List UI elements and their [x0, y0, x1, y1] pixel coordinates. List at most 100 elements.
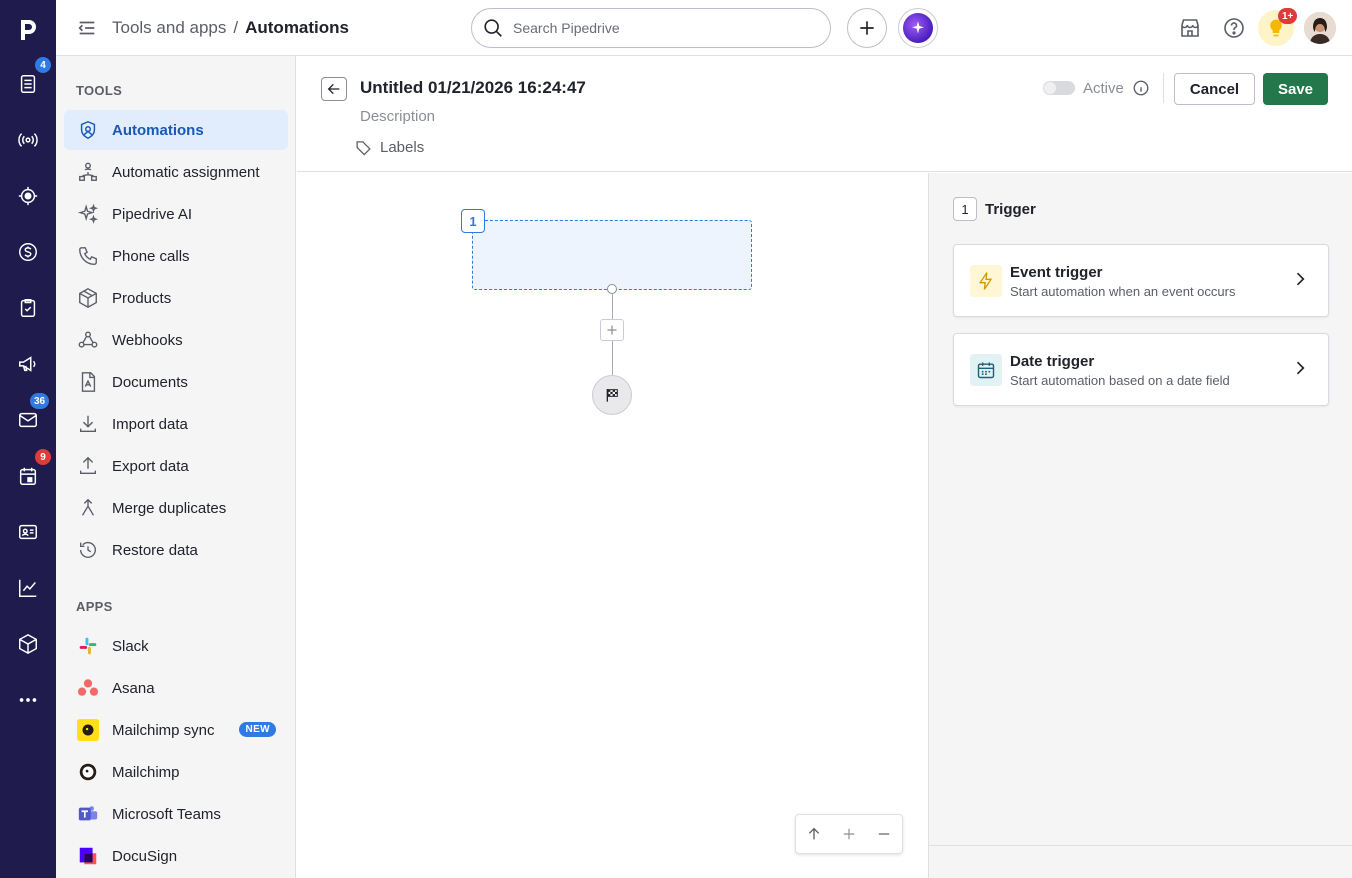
- rail-contacts-icon[interactable]: [0, 504, 56, 560]
- marketplace-icon[interactable]: [1178, 16, 1202, 40]
- sidebar-item-phone-calls[interactable]: Phone calls: [64, 236, 288, 276]
- trigger-panel-title: Trigger: [985, 201, 1036, 218]
- active-toggle[interactable]: [1043, 81, 1075, 95]
- import-icon: [76, 412, 100, 436]
- sparkle-icon: [76, 202, 100, 226]
- search-icon: [484, 19, 502, 37]
- connector-dot: [607, 284, 617, 294]
- automation-header: Untitled 01/21/2026 16:24:47 Description…: [297, 57, 1352, 172]
- sidebar-item-mailchimp-sync[interactable]: Mailchimp sync NEW: [64, 710, 288, 750]
- nav-rail: 4 36 9: [0, 0, 56, 878]
- labels-text: Labels: [380, 139, 425, 156]
- mailchimp-icon: [76, 718, 100, 742]
- description-field[interactable]: Description: [360, 108, 435, 125]
- zoom-controls: [795, 814, 903, 854]
- export-icon: [76, 454, 100, 478]
- sidebar-item-label: Documents: [112, 373, 188, 391]
- sidebar-item-export-data[interactable]: Export data: [64, 446, 288, 486]
- add-button[interactable]: [847, 8, 887, 48]
- sidebar-item-label: Automatic assignment: [112, 163, 260, 181]
- divider: [1163, 73, 1164, 103]
- connector-line: [612, 294, 613, 319]
- search-box[interactable]: [471, 8, 831, 48]
- chevron-right-icon: [1296, 272, 1305, 286]
- plus-icon: [607, 325, 617, 335]
- event-trigger-title: Event trigger: [1010, 264, 1103, 281]
- sidebar-item-merge-duplicates[interactable]: Merge duplicates: [64, 488, 288, 528]
- search-input[interactable]: [513, 20, 803, 36]
- rail-more-icon[interactable]: [0, 672, 56, 728]
- sidebar-item-restore-data[interactable]: Restore data: [64, 530, 288, 570]
- rail-broadcast-icon[interactable]: [0, 112, 56, 168]
- sidebar-item-mailchimp[interactable]: Mailchimp: [64, 752, 288, 792]
- date-trigger-card[interactable]: Date trigger Start automation based on a…: [953, 333, 1329, 406]
- tools-side-panel: TOOLS Automations Automatic assignment P…: [56, 56, 296, 878]
- breadcrumb-tools-and-apps[interactable]: Tools and apps: [112, 18, 226, 38]
- add-step-button[interactable]: [600, 319, 624, 341]
- sidebar-item-label: DocuSign: [112, 847, 178, 865]
- event-trigger-card[interactable]: Event trigger Start automation when an e…: [953, 244, 1329, 317]
- trigger-placeholder-step[interactable]: [472, 220, 752, 290]
- rail-products-icon[interactable]: [0, 616, 56, 672]
- arrow-left-icon: [327, 83, 340, 95]
- rail-deals-icon[interactable]: [0, 224, 56, 280]
- panel-footer-divider: [929, 845, 1352, 846]
- back-button[interactable]: [321, 77, 347, 101]
- help-icon[interactable]: [1222, 16, 1246, 40]
- phone-icon: [76, 244, 100, 268]
- sidebar-item-automations[interactable]: Automations: [64, 110, 288, 150]
- pipedrive-logo[interactable]: [0, 0, 56, 56]
- sidebar-item-label: Restore data: [112, 541, 198, 559]
- rail-leads-icon[interactable]: 4: [0, 56, 56, 112]
- sidebar-item-asana[interactable]: Asana: [64, 668, 288, 708]
- rail-mail-icon[interactable]: 36: [0, 392, 56, 448]
- notification-badge: 1+: [1278, 8, 1298, 24]
- rail-insights-icon[interactable]: [0, 560, 56, 616]
- trigger-step-number: 1: [953, 197, 977, 221]
- assignment-icon: [76, 160, 100, 184]
- sidebar-item-slack[interactable]: Slack: [64, 626, 288, 666]
- webhook-icon: [76, 328, 100, 352]
- automation-title[interactable]: Untitled 01/21/2026 16:24:47: [360, 78, 586, 98]
- info-icon[interactable]: [1132, 79, 1150, 97]
- rail-focus-icon[interactable]: [0, 168, 56, 224]
- lightning-icon: [970, 265, 1002, 297]
- labels-button[interactable]: Labels: [355, 139, 424, 156]
- rail-campaigns-icon[interactable]: [0, 336, 56, 392]
- calendar-icon: [970, 354, 1002, 386]
- sidebar-item-automatic-assignment[interactable]: Automatic assignment: [64, 152, 288, 192]
- zoom-out-icon[interactable]: [872, 822, 896, 846]
- sidebar-item-docusign[interactable]: DocuSign: [64, 836, 288, 876]
- document-icon: [76, 370, 100, 394]
- sidebar-item-label: Mailchimp sync: [112, 721, 215, 739]
- cancel-button[interactable]: Cancel: [1174, 73, 1255, 105]
- sidebar-item-label: Asana: [112, 679, 155, 697]
- leads-badge: 4: [35, 57, 51, 73]
- finish-flag-icon: [606, 389, 618, 402]
- menu-collapse-icon[interactable]: [76, 17, 98, 39]
- sidebar-item-label: Slack: [112, 637, 149, 655]
- tools-heading: TOOLS: [76, 83, 123, 98]
- sidebar-item-label: Export data: [112, 457, 189, 475]
- restore-icon: [76, 538, 100, 562]
- ai-assistant-button[interactable]: [898, 8, 938, 48]
- docusign-icon: [76, 844, 100, 868]
- chevron-right-icon: [1296, 361, 1305, 375]
- zoom-in-icon[interactable]: [837, 822, 861, 846]
- sidebar-item-documents[interactable]: Documents: [64, 362, 288, 402]
- sidebar-item-microsoft-teams[interactable]: Microsoft Teams: [64, 794, 288, 834]
- sidebar-item-webhooks[interactable]: Webhooks: [64, 320, 288, 360]
- save-button[interactable]: Save: [1263, 73, 1328, 105]
- workflow-canvas[interactable]: 1: [297, 173, 927, 878]
- step-number-badge: 1: [461, 209, 485, 233]
- sidebar-item-import-data[interactable]: Import data: [64, 404, 288, 444]
- rail-calendar-icon[interactable]: 9: [0, 448, 56, 504]
- tips-button[interactable]: 1+: [1258, 8, 1298, 46]
- sidebar-item-products[interactable]: Products: [64, 278, 288, 318]
- top-bar: Tools and apps / Automations 1+: [56, 0, 1352, 56]
- rail-activities-icon[interactable]: [0, 280, 56, 336]
- sidebar-item-pipedrive-ai[interactable]: Pipedrive AI: [64, 194, 288, 234]
- scroll-to-top-icon[interactable]: [802, 822, 826, 846]
- user-avatar[interactable]: [1304, 12, 1336, 44]
- sidebar-item-label: Mailchimp: [112, 763, 180, 781]
